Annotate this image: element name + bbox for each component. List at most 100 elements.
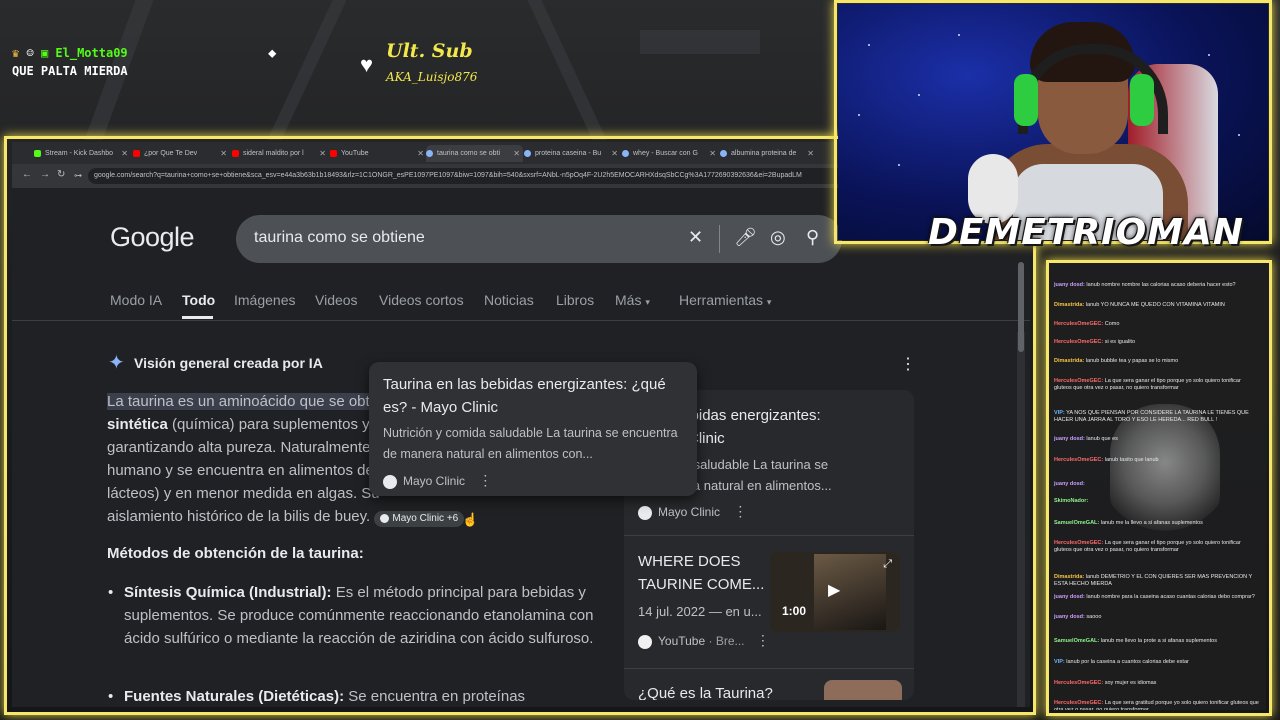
chat-username[interactable]: HerculesOmeGEC:	[1054, 680, 1103, 686]
microphone-icon[interactable]: 🎤︎	[734, 227, 757, 248]
star-dot	[868, 44, 870, 46]
scrollbar-track[interactable]	[1017, 332, 1025, 707]
tab-libros[interactable]: Libros	[556, 292, 594, 308]
youtube-icon	[330, 150, 337, 157]
source-name: YouTube	[658, 634, 706, 648]
site-info-icon[interactable]: ⊶	[74, 171, 82, 180]
chat-username[interactable]: juany dosd:	[1054, 614, 1085, 620]
scrollbar-thumb[interactable]	[1018, 262, 1024, 352]
video-title-line: WHERE DOES	[638, 553, 741, 570]
chat-username[interactable]: VIP:	[1054, 659, 1065, 665]
chat-message: Dimastrida: lanub DEMETRIO Y EL CON QUIE…	[1054, 574, 1260, 588]
tab-caseina-search[interactable]: proteina caseina - Bu ✕	[524, 145, 621, 162]
tab-todo[interactable]: Todo	[182, 292, 215, 308]
forward-icon[interactable]: →	[40, 169, 50, 180]
star-dot	[1238, 134, 1240, 136]
chat-message: HerculesOmeGEC: Como	[1054, 321, 1260, 328]
menu-divider	[12, 320, 1030, 321]
tab-herramientas-label: Herramientas	[679, 292, 764, 308]
chat-message: Dimastrida: lanub YO NUNCA ME QUEDO CON …	[1054, 302, 1260, 309]
tab-label: YouTube	[341, 150, 369, 157]
close-icon[interactable]: ✕	[319, 149, 326, 158]
google-logo[interactable]: Google	[110, 222, 195, 253]
tab-whey-search[interactable]: whey - Buscar con G ✕	[622, 145, 719, 162]
chat-username[interactable]: HerculesOmeGEC:	[1054, 700, 1103, 706]
overlay-chat-message: QUE PALTA MIERDA	[12, 64, 128, 78]
tab-label: proteina caseina - Bu	[535, 150, 602, 157]
popup-title[interactable]: Taurina en las bebidas energizantes: ¿qu…	[383, 373, 683, 419]
reload-icon[interactable]: ↻	[57, 169, 65, 180]
chat-username[interactable]: juany dosd:	[1054, 594, 1085, 600]
last-sub-label: Ult. Sub	[386, 40, 473, 62]
tab-kick-dashboard[interactable]: Stream - Kick Dashbo ✕	[34, 145, 131, 162]
source-extra: · Bre...	[708, 634, 745, 648]
clear-icon[interactable]: ✕	[688, 227, 703, 248]
close-icon[interactable]: ✕	[709, 149, 716, 158]
more-options-icon[interactable]: ⋮	[478, 472, 492, 488]
search-input[interactable]: taurina como se obtiene	[254, 229, 425, 247]
video-thumbnail[interactable]: 1:00 ▶ ⤢	[770, 552, 900, 632]
chat-username[interactable]: juany dosd:	[1054, 481, 1085, 487]
tab-modo-ia[interactable]: Modo IA	[110, 292, 162, 308]
source-hover-popup[interactable]: Taurina en las bebidas energizantes: ¿qu…	[369, 362, 697, 496]
youtube-icon	[232, 150, 239, 157]
tab-mas[interactable]: Más ▾	[615, 292, 650, 308]
active-tab-underline	[182, 316, 213, 319]
tab-taurina-search[interactable]: taurina como se obti ✕	[426, 145, 523, 162]
chat-message: juany dosd: lanub nombre para la caseina…	[1054, 594, 1260, 601]
tab-imagenes[interactable]: Imágenes	[234, 292, 295, 308]
close-icon[interactable]: ✕	[807, 149, 814, 158]
source-name: Mayo Clinic	[658, 505, 721, 519]
chat-username[interactable]: juany dosd:	[1054, 436, 1085, 442]
more-options-icon[interactable]: ⋮	[756, 632, 770, 648]
close-icon[interactable]: ✕	[513, 149, 520, 158]
tab-albumina-search[interactable]: albumina proteina de ✕	[720, 145, 817, 162]
chat-username[interactable]: Dimastrida:	[1054, 302, 1084, 308]
lens-icon[interactable]: ◎	[770, 227, 786, 248]
close-icon[interactable]: ✕	[220, 149, 227, 158]
play-icon[interactable]: ▶	[828, 580, 840, 600]
chat-username[interactable]: Dimastrida:	[1054, 358, 1084, 364]
chat-username[interactable]: HerculesOmeGEC:	[1054, 321, 1103, 327]
close-icon[interactable]: ✕	[611, 149, 618, 158]
more-options-icon[interactable]: ⋮	[733, 503, 747, 519]
card-divider	[624, 668, 914, 669]
back-icon[interactable]: ←	[22, 169, 32, 180]
chat-username[interactable]: SkimoNador:	[1054, 498, 1088, 504]
tab-youtube[interactable]: YouTube ✕	[330, 145, 427, 162]
tab-videos[interactable]: Videos	[315, 292, 358, 308]
tab-label: whey - Buscar con G	[633, 150, 698, 157]
tab-youtube-video-1[interactable]: ¿por Que Te Dev ✕	[133, 145, 230, 162]
kick-icon	[34, 150, 41, 157]
chat-username[interactable]: HerculesOmeGEC:	[1054, 378, 1103, 384]
chat-text: Como	[1104, 321, 1120, 327]
tab-noticias[interactable]: Noticias	[484, 292, 534, 308]
chat-username[interactable]: HerculesOmeGEC:	[1054, 457, 1103, 463]
badge-icon: ☺	[26, 46, 34, 60]
tab-label: sideral maldito por l	[243, 150, 304, 157]
chat-username[interactable]: Dimastrida:	[1054, 574, 1084, 580]
close-icon[interactable]: ✕	[417, 149, 424, 158]
source-chip-label: Mayo Clinic +6	[392, 513, 459, 524]
tab-label: Stream - Kick Dashbo	[45, 150, 114, 157]
chat-username[interactable]: SamuelOmeGAL:	[1054, 638, 1099, 644]
tab-videos-cortos[interactable]: Videos cortos	[379, 292, 464, 308]
mayo-clinic-icon	[638, 505, 652, 520]
tab-herramientas[interactable]: Herramientas ▾	[679, 292, 771, 308]
expand-icon[interactable]: ⤢	[883, 558, 892, 571]
chat-username[interactable]: HerculesOmeGEC:	[1054, 540, 1103, 546]
source-chip[interactable]: Mayo Clinic +6	[374, 511, 465, 527]
search-box[interactable]: taurina como se obtiene ✕ 🎤︎ ◎ ⚲	[236, 215, 842, 263]
chat-message: HerculesOmeGEC: soy mujer es idiomas	[1054, 680, 1260, 687]
tab-youtube-video-2[interactable]: sideral maldito por l ✕	[232, 145, 329, 162]
chat-message: HerculesOmeGEC: lanub tasito que lanub	[1054, 457, 1260, 464]
more-options-icon[interactable]: ⋮	[900, 354, 916, 374]
chat-username[interactable]: HerculesOmeGEC:	[1054, 339, 1103, 345]
search-icon[interactable]: ⚲	[806, 227, 819, 248]
chat-username[interactable]: juany dosd:	[1054, 282, 1085, 288]
youtube-icon	[133, 150, 140, 157]
chat-username[interactable]: SamuelOmeGAL:	[1054, 520, 1099, 526]
close-icon[interactable]: ✕	[121, 149, 128, 158]
chat-username[interactable]: VIP:	[1054, 410, 1065, 416]
next-result-thumbnail[interactable]	[824, 680, 902, 700]
